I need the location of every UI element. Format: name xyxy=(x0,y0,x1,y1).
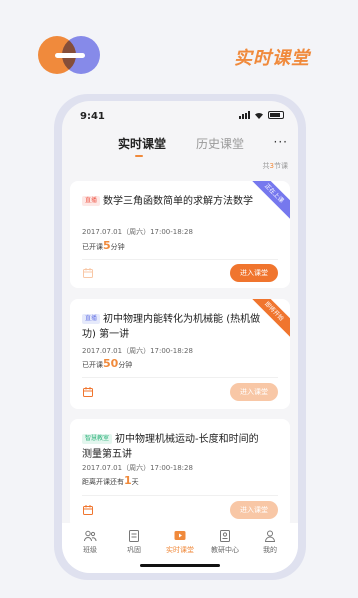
review-icon xyxy=(129,530,139,542)
calendar-icon[interactable] xyxy=(82,267,94,279)
course-title: 初中物理内能转化为机械能 (热机做功) 第一讲 xyxy=(82,314,261,340)
course-type-tag: 直播 xyxy=(82,196,101,206)
card-divider xyxy=(82,377,278,378)
enter-class-button[interactable]: 进入课堂 xyxy=(230,383,278,401)
nav-item-live-class[interactable]: 实时课堂 xyxy=(160,529,200,555)
card-divider xyxy=(82,495,278,496)
course-date: 2017.07.01（周六）17:00-18:28 xyxy=(82,347,193,355)
course-card[interactable]: 即将开始 直播 初中物理内能转化为机械能 (热机做功) 第一讲 2017.07.0… xyxy=(70,299,290,409)
research-icon xyxy=(220,530,230,542)
course-title-row: 智慧教室 初中物理机械运动-长度和时间的测量第五讲 xyxy=(82,432,266,462)
more-menu-button[interactable]: ··· xyxy=(274,135,288,149)
tab-history-class[interactable]: 历史课堂 xyxy=(196,135,244,152)
nav-label: 教研中心 xyxy=(211,546,239,554)
promo-header: 实时课堂 xyxy=(0,0,358,92)
course-date: 2017.07.01（周六）17:00-18:28 xyxy=(82,464,193,472)
course-card[interactable]: 智慧教室 初中物理机械运动-长度和时间的测量第五讲 2017.07.01（周六）1… xyxy=(70,419,290,529)
enter-class-button[interactable]: 进入课堂 xyxy=(230,501,278,519)
calendar-icon[interactable] xyxy=(82,504,94,516)
course-title: 数学三角函数简单的求解方法数学 xyxy=(103,196,254,207)
nav-item-class[interactable]: 班级 xyxy=(70,529,110,555)
bottom-nav: 班级 巩固 实时课堂 教研中心 我的 xyxy=(62,523,298,573)
card-divider xyxy=(82,259,278,260)
tab-live-class[interactable]: 实时课堂 xyxy=(118,135,166,152)
class-icon xyxy=(84,530,97,542)
nav-item-review[interactable]: 巩固 xyxy=(114,529,154,555)
status-icons xyxy=(239,111,284,119)
enter-class-button[interactable]: 进入课堂 xyxy=(230,264,278,282)
nav-item-profile[interactable]: 我的 xyxy=(250,529,290,555)
nav-item-research[interactable]: 教研中心 xyxy=(205,529,245,555)
battery-icon xyxy=(268,111,284,119)
signal-icon xyxy=(239,111,250,119)
nav-label: 我的 xyxy=(263,546,277,554)
promo-title: 实时课堂 xyxy=(234,48,310,69)
nav-label: 实时课堂 xyxy=(166,546,194,554)
course-type-tag: 智慧教室 xyxy=(82,434,113,444)
live-class-icon xyxy=(174,531,186,540)
course-type-tag: 直播 xyxy=(82,314,101,324)
course-date: 2017.07.01（周六）17:00-18:28 xyxy=(82,228,193,236)
profile-icon xyxy=(264,530,276,542)
course-status: 已开课50分钟 xyxy=(82,357,133,370)
nav-label: 班级 xyxy=(83,546,97,554)
course-total: 共3节课 xyxy=(262,162,288,170)
course-status: 距离开课还有1天 xyxy=(82,474,139,487)
course-status: 已开课5分钟 xyxy=(82,239,125,252)
home-indicator xyxy=(140,564,220,567)
course-title-row: 直播 初中物理内能转化为机械能 (热机做功) 第一讲 xyxy=(82,312,266,342)
status-time: 9:41 xyxy=(80,111,105,122)
status-bar: 9:41 xyxy=(62,101,298,131)
phone-screen: 9:41 实时课堂 历史课堂 ··· 共3节课 正在上课 直播 数学三角函数简单的… xyxy=(62,101,298,573)
calendar-icon[interactable] xyxy=(82,386,94,398)
wifi-icon xyxy=(255,112,263,119)
tabs-bar: 实时课堂 历史课堂 ··· xyxy=(62,131,298,165)
course-card[interactable]: 正在上课 直播 数学三角函数简单的求解方法数学 2017.07.01（周六）17:… xyxy=(70,181,290,288)
app-logo xyxy=(38,36,102,74)
course-title-row: 直播 数学三角函数简单的求解方法数学 xyxy=(82,194,266,209)
active-tab-indicator xyxy=(135,155,143,157)
nav-label: 巩固 xyxy=(127,546,141,554)
